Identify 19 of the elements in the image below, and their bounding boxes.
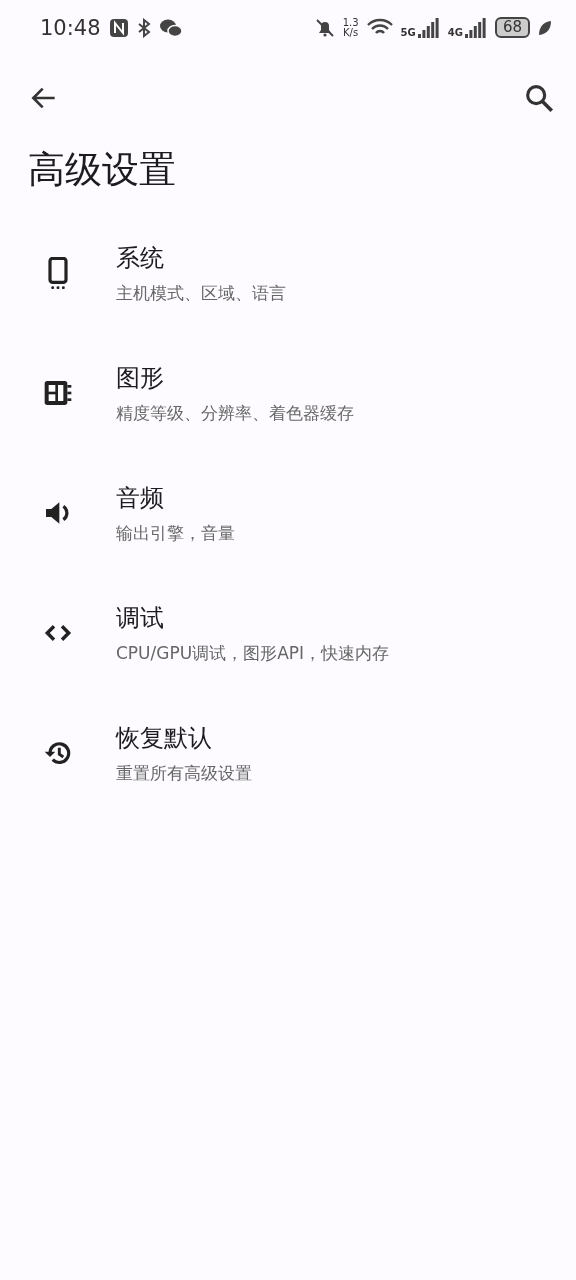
setting-subtitle: 精度等级、分辨率、着色器缓存 bbox=[116, 401, 354, 425]
setting-title[interactable]: 图形 bbox=[116, 361, 354, 394]
setting-title[interactable]: 调试 bbox=[116, 601, 390, 634]
clock: 10:48 bbox=[40, 15, 101, 40]
setting-title[interactable]: 音频 bbox=[116, 481, 235, 514]
battery-icon: 68 bbox=[494, 17, 530, 38]
setting-subtitle: 主机模式、区域、语言 bbox=[116, 281, 286, 305]
leaf-icon bbox=[538, 19, 552, 36]
bluetooth-icon bbox=[136, 17, 151, 38]
network-speed: 1.3 K/s bbox=[342, 17, 359, 38]
nfc-icon bbox=[108, 17, 129, 38]
page-title: 高级设置 bbox=[27, 147, 177, 193]
muted-bell-icon bbox=[314, 17, 335, 38]
setting-subtitle: 重置所有高级设置 bbox=[116, 761, 252, 785]
setting-subtitle: CPU/GPU调试，图形API，快速内存 bbox=[116, 641, 390, 665]
chat-icon bbox=[158, 17, 183, 38]
setting-subtitle: 输出引擎，音量 bbox=[116, 521, 235, 545]
setting-title[interactable]: 恢复默认 bbox=[116, 721, 252, 754]
setting-title[interactable]: 系统 bbox=[116, 241, 286, 274]
